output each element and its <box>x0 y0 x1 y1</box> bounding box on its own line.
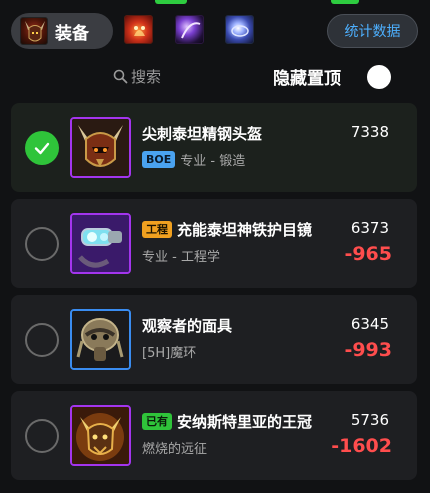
list-item[interactable]: 尖刺泰坦精钢头盔 BOE 专业 - 锻造 7338 <box>11 103 417 192</box>
engineering-badge: 工程 <box>142 221 172 238</box>
item-name: 充能泰坦神铁护目镜 <box>177 221 313 239</box>
item-list: 尖刺泰坦精钢头盔 BOE 专业 - 锻造 7338 工程 充能泰坦神铁护目镜 专… <box>11 103 417 487</box>
statistics-button[interactable]: 统计数据 <box>327 14 418 48</box>
select-checkbox[interactable] <box>25 323 59 357</box>
item-name-row: 观察者的面具 <box>142 315 232 336</box>
active-tab-indicator <box>155 0 187 4</box>
hide-pinned-label: 隐藏置顶 <box>273 69 341 89</box>
item-subtitle-row: BOE 专业 - 锻造 <box>142 150 245 169</box>
item-price: 6373 <box>350 219 389 237</box>
item-subtitle: 专业 - 工程学 <box>142 250 220 265</box>
active-tab-indicator <box>331 0 359 4</box>
horned-helmet-icon <box>20 17 48 45</box>
demon-crown-icon <box>70 405 131 466</box>
spiked-titan-helmet-icon <box>70 117 131 178</box>
item-subtitle: [5H]魔环 <box>142 346 197 361</box>
item-subtitle-row: 专业 - 工程学 <box>142 246 220 265</box>
item-name-row: 已有 安纳斯特里亚的王冠 <box>142 411 312 432</box>
price-difference: -965 <box>344 243 392 265</box>
arcane-pearl-icon[interactable] <box>225 15 254 44</box>
item-name-row: 工程 充能泰坦神铁护目镜 <box>142 219 312 240</box>
category-label: 装备 <box>55 23 89 44</box>
item-name: 尖刺泰坦精钢头盔 <box>142 125 263 143</box>
list-item[interactable]: 观察者的面具 [5H]魔环 6345 -993 <box>11 295 417 384</box>
list-item[interactable]: 已有 安纳斯特里亚的王冠 燃烧的远征 5736 -1602 <box>11 391 417 480</box>
item-price: 7338 <box>350 123 389 141</box>
hide-pinned-toggle[interactable] <box>367 65 391 89</box>
observer-mask-icon <box>70 309 131 370</box>
price-difference: -1602 <box>331 435 392 457</box>
item-subtitle: 专业 - 锻造 <box>180 154 246 169</box>
item-subtitle: 燃烧的远征 <box>142 442 208 457</box>
owned-badge: 已有 <box>142 413 172 430</box>
item-name-row: 尖刺泰坦精钢头盔 <box>142 123 262 144</box>
void-orb-icon[interactable] <box>175 15 204 44</box>
goggles-icon <box>70 213 131 274</box>
item-price: 5736 <box>350 411 389 429</box>
select-checkbox[interactable] <box>25 419 59 453</box>
top-bar: 装备 统计数据 <box>0 0 430 62</box>
select-checkbox[interactable] <box>25 131 59 165</box>
boe-badge: BOE <box>142 151 176 168</box>
search-placeholder: 搜索 <box>131 67 162 86</box>
checkmark-icon <box>34 142 50 155</box>
fiery-demon-icon[interactable] <box>124 15 153 44</box>
list-item[interactable]: 工程 充能泰坦神铁护目镜 专业 - 工程学 6373 -965 <box>11 199 417 288</box>
item-subtitle-row: 燃烧的远征 <box>142 438 207 457</box>
search-input[interactable]: 搜索 <box>113 64 161 88</box>
item-price: 6345 <box>350 315 389 333</box>
select-checkbox[interactable] <box>25 227 59 261</box>
item-name: 观察者的面具 <box>142 317 233 335</box>
category-selector[interactable]: 装备 <box>11 13 113 49</box>
search-icon <box>113 69 128 83</box>
item-name: 安纳斯特里亚的王冠 <box>177 413 313 431</box>
price-difference: -993 <box>344 339 392 361</box>
item-subtitle-row: [5H]魔环 <box>142 342 196 361</box>
